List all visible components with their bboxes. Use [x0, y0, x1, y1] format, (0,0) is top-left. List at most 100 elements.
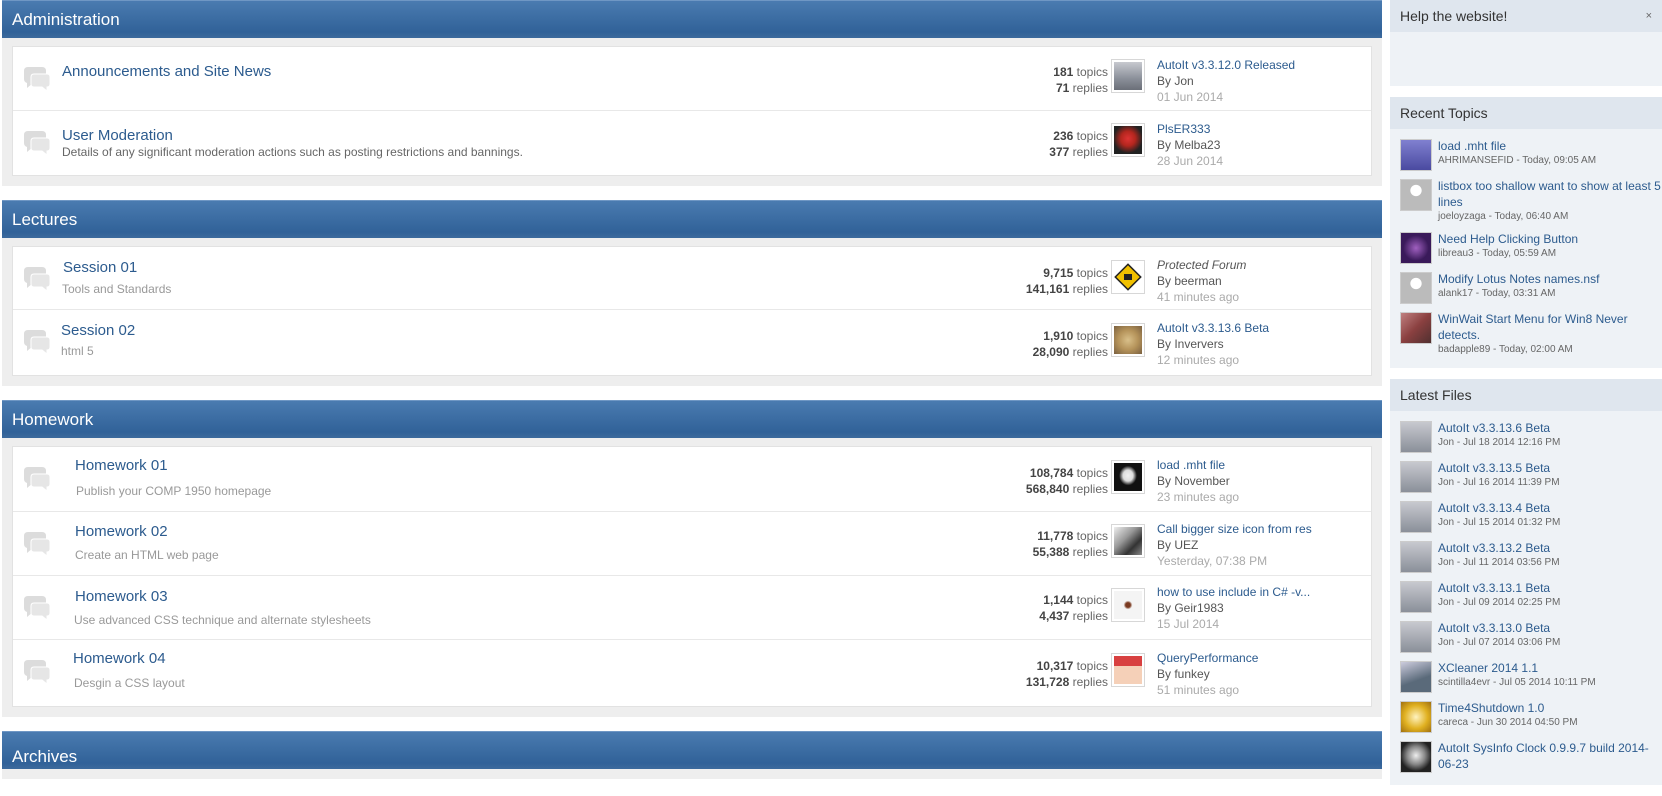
category-title[interactable]: Lectures [2, 200, 1382, 238]
file-title[interactable]: XCleaner 2014 1.1 [1438, 660, 1662, 676]
file-title[interactable]: Time4Shutdown 1.0 [1438, 700, 1662, 716]
avatar[interactable] [1111, 588, 1145, 622]
forum-row: Announcements and Site News 181 topics 7… [13, 47, 1371, 111]
replies-count: 377 [1049, 145, 1070, 159]
last-post-author[interactable]: By Jon [1157, 73, 1295, 89]
last-post: PlsER333 By Melba23 28 Jun 2014 [1157, 121, 1223, 169]
forum-description: Use advanced CSS technique and alternate… [74, 613, 371, 627]
sidebar: Help the website! × Recent Topics load .… [1390, 0, 1662, 796]
forum-row: Homework 04 Desgin a CSS layout 10,317 t… [13, 640, 1371, 706]
file-title[interactable]: AutoIt v3.3.13.1 Beta [1438, 580, 1662, 596]
forum-title[interactable]: Announcements and Site News [62, 63, 271, 80]
forum-read-icon [21, 594, 53, 622]
avatar[interactable] [1400, 461, 1432, 493]
last-post-author[interactable]: By UEZ [1157, 537, 1312, 553]
forum-title[interactable]: Homework 02 [75, 523, 168, 540]
avatar[interactable] [1111, 323, 1145, 357]
file-title[interactable]: AutoIt v3.3.13.2 Beta [1438, 540, 1662, 556]
last-post-title[interactable]: load .mht file [1157, 457, 1239, 473]
avatar[interactable] [1400, 179, 1432, 211]
avatar-image [1114, 463, 1142, 491]
topic-title[interactable]: Modify Lotus Notes names.nsf [1438, 271, 1662, 287]
avatar[interactable] [1400, 581, 1432, 613]
file-meta: Jon - Jul 11 2014 03:56 PM [1438, 557, 1560, 568]
avatar[interactable] [1400, 621, 1432, 653]
avatar[interactable] [1400, 501, 1432, 533]
last-post: Call bigger size icon from res By UEZ Ye… [1157, 521, 1312, 569]
last-post-date: 15 Jul 2014 [1157, 617, 1220, 631]
latest-files-box: Latest Files AutoIt v3.3.13.6 Beta Jon - … [1390, 379, 1662, 785]
topic-title[interactable]: Need Help Clicking Button [1438, 231, 1662, 247]
forum-index: Administration Announcements and Site Ne… [2, 0, 1382, 793]
file-title[interactable]: AutoIt v3.3.13.4 Beta [1438, 500, 1662, 516]
category-title[interactable]: Archives [2, 731, 1382, 769]
topics-count: 108,784 [1029, 466, 1074, 480]
replies-label: replies [1072, 145, 1108, 159]
last-post-date: 41 minutes ago [1157, 290, 1240, 304]
file-title[interactable]: AutoIt v3.3.13.6 Beta [1438, 420, 1662, 436]
last-post-author[interactable]: By Inververs [1157, 336, 1269, 352]
file-title[interactable]: AutoIt v3.3.13.0 Beta [1438, 620, 1662, 636]
help-box-title: Help the website! [1400, 8, 1508, 24]
forum-title[interactable]: Session 02 [61, 322, 135, 339]
warning-sign-icon [1114, 263, 1142, 291]
last-post-title[interactable]: PlsER333 [1157, 121, 1223, 137]
avatar[interactable] [1400, 701, 1432, 733]
avatar[interactable] [1400, 421, 1432, 453]
last-post-title[interactable]: QueryPerformance [1157, 650, 1258, 666]
last-post-title[interactable]: Call bigger size icon from res [1157, 521, 1312, 537]
file-title[interactable]: AutoIt v3.3.13.5 Beta [1438, 460, 1662, 476]
avatar[interactable] [1111, 460, 1145, 494]
avatar[interactable] [1400, 741, 1432, 773]
last-post-author[interactable]: By funkey [1157, 666, 1258, 682]
avatar[interactable] [1400, 541, 1432, 573]
last-post-title[interactable]: AutoIt v3.3.12.0 Released [1157, 57, 1295, 73]
avatar[interactable] [1400, 312, 1432, 344]
avatar[interactable] [1400, 139, 1432, 171]
last-post-author[interactable]: By Geir1983 [1157, 600, 1310, 616]
topic-title[interactable]: listbox too shallow want to show at leas… [1438, 178, 1662, 210]
forum-row: Homework 02 Create an HTML web page 11,7… [13, 512, 1371, 576]
avatar[interactable] [1400, 232, 1432, 264]
avatar[interactable] [1111, 59, 1145, 93]
category-title[interactable]: Homework [2, 400, 1382, 438]
avatar[interactable] [1111, 260, 1145, 294]
forum-row: User Moderation Details of any significa… [13, 111, 1371, 175]
last-post-author[interactable]: By Melba23 [1157, 137, 1223, 153]
last-post-title[interactable]: AutoIt v3.3.13.6 Beta [1157, 320, 1269, 336]
avatar[interactable] [1111, 123, 1145, 157]
replies-count: 28,090 [1032, 345, 1070, 359]
topic-title[interactable]: load .mht file [1438, 138, 1662, 154]
forum-stats: 1,144 topics 4,437 replies [1039, 592, 1108, 624]
topic-meta: libreau3 - Today, 05:59 AM [1438, 248, 1557, 259]
last-post-author[interactable]: By beerman [1157, 273, 1246, 289]
forum-description: html 5 [61, 344, 94, 358]
avatar[interactable] [1400, 661, 1432, 693]
forum-row: Homework 01 Publish your COMP 1950 homep… [13, 447, 1371, 512]
last-post-date: 51 minutes ago [1157, 683, 1240, 697]
last-post-author[interactable]: By November [1157, 473, 1239, 489]
forum-stats: 9,715 topics 141,161 replies [1026, 265, 1108, 297]
last-post-title[interactable]: how to use include in C# -v... [1157, 584, 1310, 600]
forum-title[interactable]: Homework 01 [75, 457, 168, 474]
forum-title[interactable]: Homework 03 [75, 588, 168, 605]
forum-title[interactable]: Homework 04 [73, 650, 166, 667]
list-item: AutoIt v3.3.13.0 Beta Jon - Jul 07 2014 0… [1390, 617, 1662, 657]
avatar[interactable] [1400, 272, 1432, 304]
avatar[interactable] [1111, 524, 1145, 558]
last-post-date: 23 minutes ago [1157, 490, 1240, 504]
forum-list: Session 01 Tools and Standards 9,715 top… [12, 246, 1372, 376]
list-item: load .mht file AHRIMANSEFID - Today, 09:… [1390, 135, 1662, 175]
topic-title[interactable]: WinWait Start Menu for Win8 Never detect… [1438, 311, 1662, 343]
category-title[interactable]: Administration [2, 0, 1382, 38]
category-administration: Administration Announcements and Site Ne… [2, 0, 1382, 186]
close-icon[interactable]: × [1646, 0, 1652, 32]
avatar[interactable] [1111, 653, 1145, 687]
forum-row: Session 02 html 5 1,910 topics 28,090 re… [13, 310, 1371, 375]
last-post-date: Yesterday, 07:38 PM [1157, 554, 1268, 568]
replies-count: 131,728 [1025, 675, 1070, 689]
forum-title[interactable]: Session 01 [63, 259, 137, 276]
topics-label: topics [1076, 266, 1108, 280]
file-title[interactable]: AutoIt SysInfo Clock 0.9.9.7 build 2014-… [1438, 740, 1662, 772]
forum-title[interactable]: User Moderation [62, 127, 173, 144]
